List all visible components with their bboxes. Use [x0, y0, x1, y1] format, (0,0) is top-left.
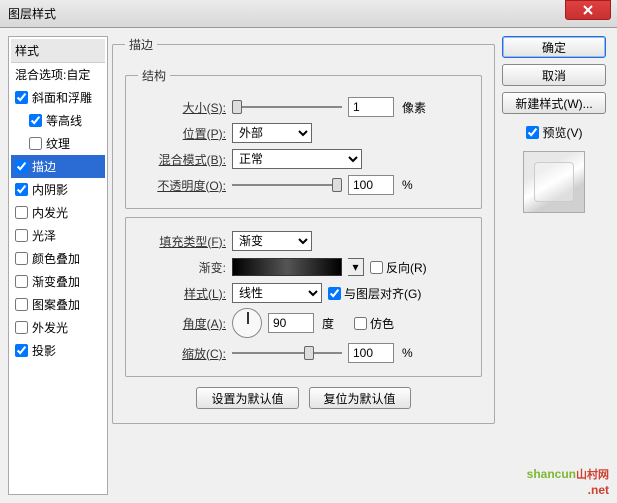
- stroke-legend: 描边: [125, 36, 157, 53]
- scale-slider[interactable]: [232, 343, 342, 363]
- set-default-button[interactable]: 设置为默认值: [196, 387, 298, 409]
- gradstyle-label: 样式(L):: [138, 285, 226, 302]
- sidebar-item-label: 外发光: [32, 319, 68, 336]
- sidebar-item-7[interactable]: 颜色叠加: [11, 247, 105, 270]
- dither-checkbox[interactable]: 仿色: [354, 315, 394, 332]
- sidebar-item-checkbox[interactable]: [15, 298, 28, 311]
- close-button[interactable]: [565, 0, 611, 20]
- sidebar-item-3[interactable]: 描边: [11, 155, 105, 178]
- align-checkbox[interactable]: 与图层对齐(G): [328, 285, 421, 302]
- sidebar-header: 样式: [11, 39, 105, 63]
- sidebar-item-label: 纹理: [46, 135, 70, 152]
- opacity-unit: %: [402, 178, 413, 192]
- cancel-button[interactable]: 取消: [502, 64, 606, 86]
- ok-button[interactable]: 确定: [502, 36, 606, 58]
- sidebar-item-8[interactable]: 渐变叠加: [11, 270, 105, 293]
- sidebar-item-4[interactable]: 内阴影: [11, 178, 105, 201]
- gradient-label: 渐变:: [138, 259, 226, 276]
- sidebar-item-checkbox[interactable]: [29, 114, 42, 127]
- preview-checkbox[interactable]: 预览(V): [526, 124, 583, 141]
- angle-input[interactable]: [268, 313, 314, 333]
- opacity-input[interactable]: [348, 175, 394, 195]
- sidebar-item-checkbox[interactable]: [15, 275, 28, 288]
- sidebar-item-label: 图案叠加: [32, 296, 80, 313]
- scale-input[interactable]: [348, 343, 394, 363]
- sidebar-item-label: 光泽: [32, 227, 56, 244]
- sidebar-item-checkbox[interactable]: [15, 344, 28, 357]
- sidebar-item-11[interactable]: 投影: [11, 339, 105, 362]
- blendmode-label: 混合模式(B):: [138, 151, 226, 168]
- sidebar-item-checkbox[interactable]: [15, 321, 28, 334]
- sidebar-item-6[interactable]: 光泽: [11, 224, 105, 247]
- sidebar-item-5[interactable]: 内发光: [11, 201, 105, 224]
- sidebar-item-label: 投影: [32, 342, 56, 359]
- filltype-label: 填充类型(F):: [138, 233, 226, 250]
- sidebar-item-label: 内发光: [32, 204, 68, 221]
- sidebar-item-checkbox[interactable]: [15, 160, 28, 173]
- fill-group: 填充类型(F): 渐变 渐变: ▾ 反向(R) 样式(L): 线性 与图层对齐(…: [125, 217, 482, 377]
- size-unit: 像素: [402, 99, 426, 116]
- opacity-slider[interactable]: [232, 175, 342, 195]
- sidebar-item-2[interactable]: 纹理: [11, 132, 105, 155]
- sidebar-item-checkbox[interactable]: [15, 91, 28, 104]
- size-input[interactable]: [348, 97, 394, 117]
- blend-options-item[interactable]: 混合选项:自定: [11, 63, 105, 86]
- gradient-swatch[interactable]: [232, 258, 342, 276]
- position-label: 位置(P):: [138, 125, 226, 142]
- settings-panel: 描边 结构 大小(S): 像素 位置(P): 外部 混合模式(B): 正常: [112, 36, 495, 495]
- sidebar-item-checkbox[interactable]: [15, 252, 28, 265]
- sidebar-item-checkbox[interactable]: [15, 229, 28, 242]
- filltype-select[interactable]: 渐变: [232, 231, 312, 251]
- structure-group: 结构 大小(S): 像素 位置(P): 外部 混合模式(B): 正常 不透明度(…: [125, 67, 482, 209]
- reverse-checkbox[interactable]: 反向(R): [370, 259, 427, 276]
- close-icon: [583, 5, 593, 15]
- angle-dial[interactable]: [232, 308, 262, 338]
- sidebar-item-checkbox[interactable]: [15, 183, 28, 196]
- new-style-button[interactable]: 新建样式(W)...: [502, 92, 606, 114]
- sidebar-item-checkbox[interactable]: [15, 206, 28, 219]
- scale-unit: %: [402, 346, 413, 360]
- angle-label: 角度(A):: [138, 315, 226, 332]
- sidebar-item-1[interactable]: 等高线: [11, 109, 105, 132]
- sidebar-item-label: 渐变叠加: [32, 273, 80, 290]
- sidebar-item-label: 等高线: [46, 112, 82, 129]
- sidebar-item-checkbox[interactable]: [29, 137, 42, 150]
- style-list: 样式 混合选项:自定 斜面和浮雕等高线纹理描边内阴影内发光光泽颜色叠加渐变叠加图…: [8, 36, 108, 495]
- preview-thumbnail: [523, 151, 585, 213]
- right-panel: 确定 取消 新建样式(W)... 预览(V): [499, 36, 609, 495]
- structure-legend: 结构: [138, 67, 170, 84]
- watermark: shancun山村网 .net: [527, 462, 609, 497]
- sidebar-item-10[interactable]: 外发光: [11, 316, 105, 339]
- sidebar-item-label: 内阴影: [32, 181, 68, 198]
- sidebar-item-label: 斜面和浮雕: [32, 89, 92, 106]
- gradstyle-select[interactable]: 线性: [232, 283, 322, 303]
- size-label: 大小(S):: [138, 99, 226, 116]
- reset-default-button[interactable]: 复位为默认值: [309, 387, 411, 409]
- opacity-label: 不透明度(O):: [138, 177, 226, 194]
- position-select[interactable]: 外部: [232, 123, 312, 143]
- sidebar-item-9[interactable]: 图案叠加: [11, 293, 105, 316]
- gradient-dropdown-icon[interactable]: ▾: [348, 258, 364, 276]
- angle-unit: 度: [322, 315, 334, 332]
- sidebar-item-0[interactable]: 斜面和浮雕: [11, 86, 105, 109]
- blendmode-select[interactable]: 正常: [232, 149, 362, 169]
- window-title: 图层样式: [8, 5, 56, 22]
- sidebar-item-label: 颜色叠加: [32, 250, 80, 267]
- sidebar-item-label: 描边: [32, 158, 56, 175]
- stroke-fieldset: 描边 结构 大小(S): 像素 位置(P): 外部 混合模式(B): 正常: [112, 36, 495, 424]
- titlebar: 图层样式: [0, 0, 617, 28]
- size-slider[interactable]: [232, 97, 342, 117]
- scale-label: 缩放(C):: [138, 345, 226, 362]
